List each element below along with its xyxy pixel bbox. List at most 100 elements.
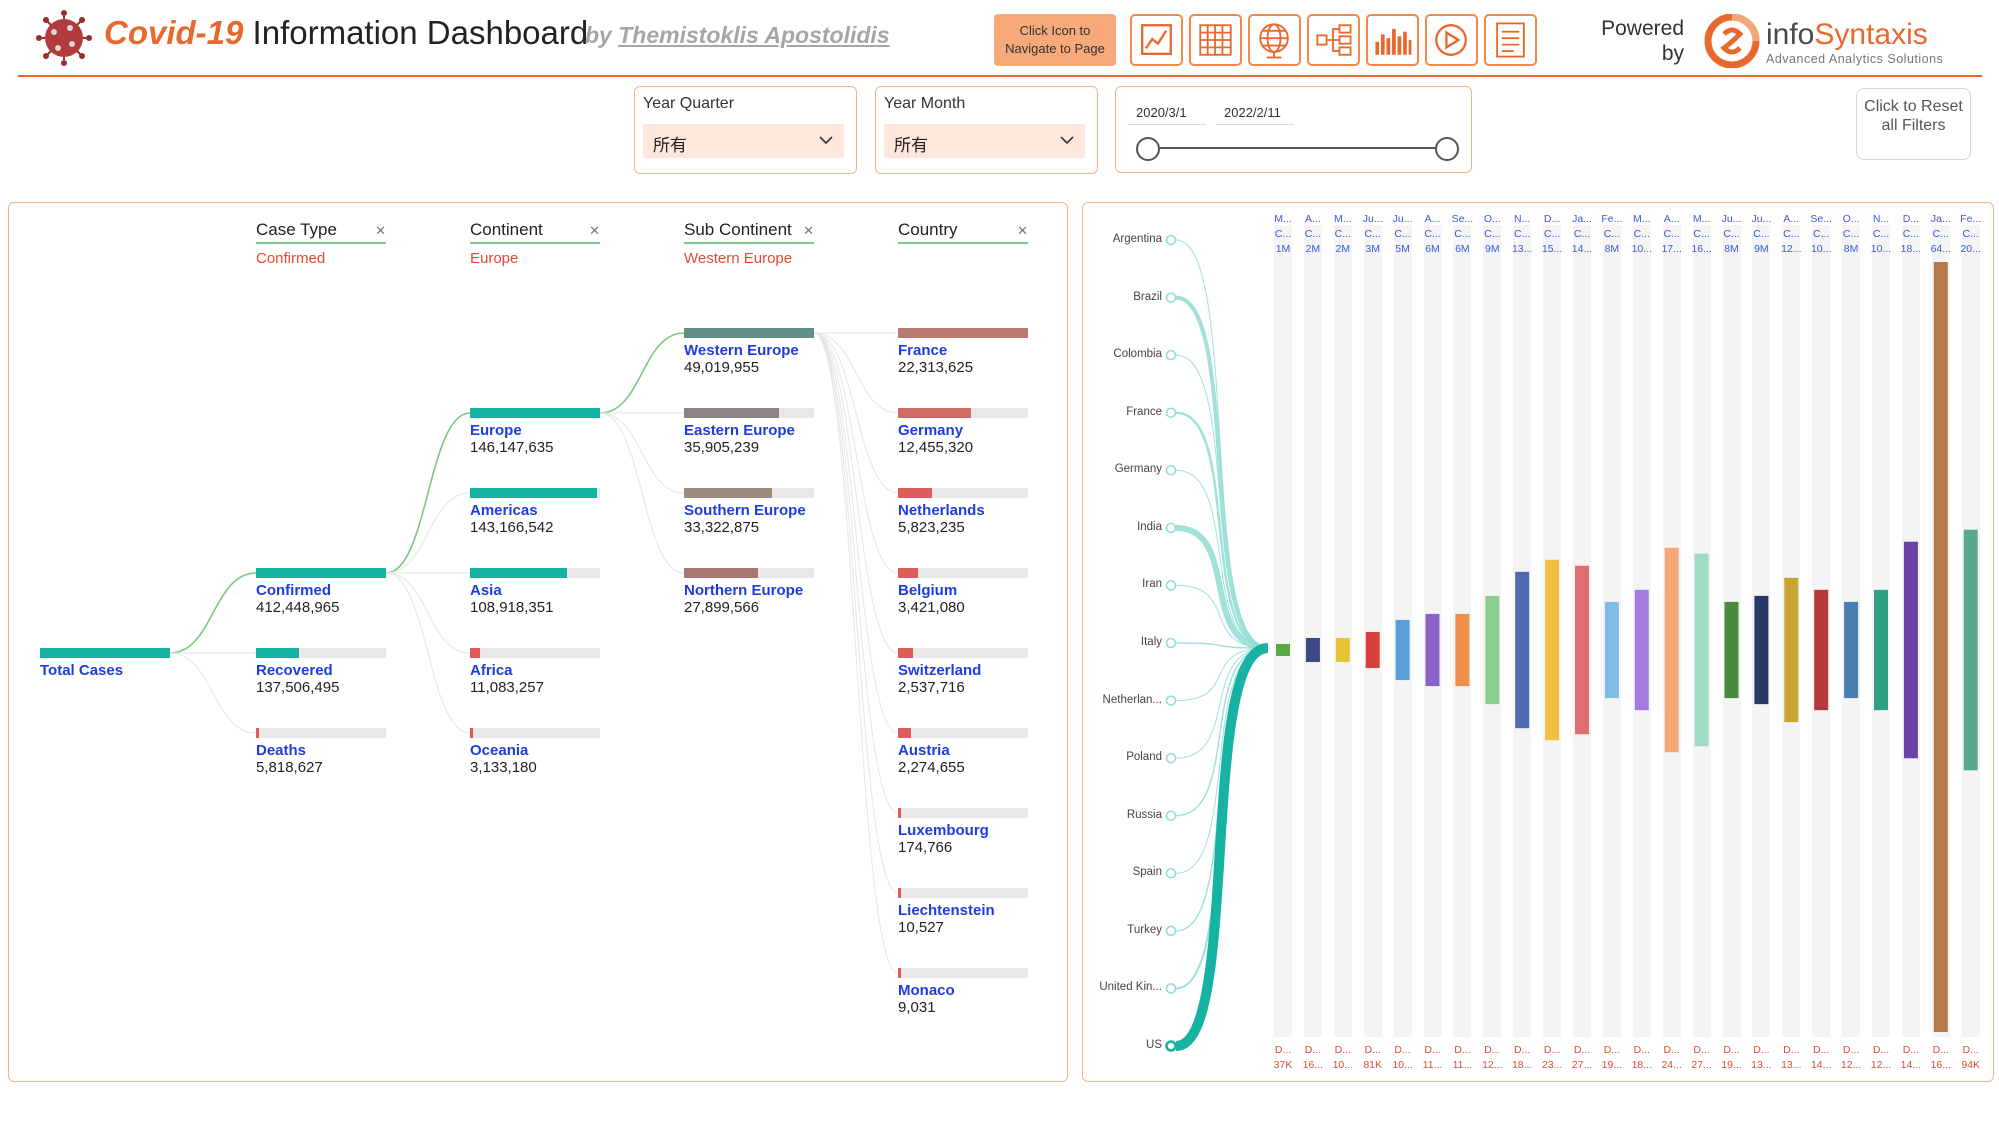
ribbon-top-label: Se... C... 10...: [1808, 212, 1834, 257]
ribbon-top-label-line: 17...: [1661, 243, 1682, 255]
tree-node[interactable]: Southern Europe 33,322,875: [684, 488, 814, 536]
report-icon: [1496, 22, 1525, 58]
tree-node[interactable]: Oceania 3,133,180: [470, 728, 600, 776]
map-nav-button[interactable]: [1248, 14, 1301, 66]
year-month-dropdown[interactable]: 所有: [884, 124, 1085, 158]
close-icon[interactable]: ✕: [589, 223, 600, 239]
node-bar: [470, 408, 600, 418]
ribbon-top-label-line: C...: [1334, 228, 1351, 240]
ribbon-column-strip: [1842, 225, 1861, 1037]
node-bar-track: [898, 888, 1028, 898]
tree-node[interactable]: Americas 143,166,542: [470, 488, 600, 536]
tree-node[interactable]: Deaths 5,818,627: [256, 728, 386, 776]
date-slider-end-handle[interactable]: [1435, 137, 1459, 161]
hierarchy-nav-button[interactable]: [1307, 14, 1360, 66]
tree-node[interactable]: Eastern Europe 35,905,239: [684, 408, 814, 456]
start-date-input[interactable]: 2020/3/1: [1128, 101, 1206, 125]
ribbon-top-label: N... C... 10...: [1868, 212, 1894, 257]
ribbon-column-strip: [1961, 225, 1980, 1037]
ribbon-column-strip: [1931, 225, 1950, 1037]
tree-node[interactable]: Austria 2,274,655: [898, 728, 1028, 776]
reset-filters-button[interactable]: Click to Reset all Filters: [1856, 88, 1971, 160]
ribbon-bottom-label-line: 11...: [1422, 1059, 1443, 1071]
ribbon-bottom-label-line: 18...: [1511, 1059, 1533, 1071]
ribbon-country-label: Russia: [1126, 808, 1162, 821]
ribbon-column-strip: [1393, 225, 1412, 1037]
tree-col-continent[interactable]: Continent ✕ Europe: [470, 220, 600, 267]
root-bar: [40, 648, 170, 658]
tree-root-node[interactable]: Total Cases: [40, 648, 170, 679]
ribbon-column-strip: [1333, 225, 1352, 1037]
tree-node[interactable]: Netherlands 5,823,235: [898, 488, 1028, 536]
ribbon-top-label-line: C...: [1932, 228, 1949, 240]
table-nav-button[interactable]: [1189, 14, 1242, 66]
tree-node[interactable]: Luxembourg 174,766: [898, 808, 1028, 856]
ribbon-top-label-line: Ju...: [1751, 213, 1772, 225]
ribbon-top-label: M... C... 10...: [1629, 212, 1655, 257]
ribbon-country-label: India: [1137, 520, 1162, 533]
ribbon-bottom-label: D... 14...: [1898, 1043, 1924, 1073]
tree-node[interactable]: Monaco 9,031: [898, 968, 1028, 1016]
node-bar-track: [898, 568, 1028, 578]
author-link[interactable]: Themistoklis Apostolidis: [618, 22, 889, 48]
node-label: Liechtenstein: [898, 902, 995, 919]
close-icon[interactable]: ✕: [803, 223, 814, 239]
ribbon-bottom-label: D... 18...: [1629, 1043, 1655, 1073]
node-bar-track: [470, 648, 600, 658]
node-bar-track: [898, 408, 1028, 418]
tree-node[interactable]: Western Europe 49,019,955: [684, 328, 814, 376]
ribbon-country-label: Brazil: [1133, 290, 1162, 303]
ribbon-column-strip: [1662, 225, 1681, 1037]
ribbon-top-label-line: C...: [1394, 228, 1411, 240]
line-chart-nav-button[interactable]: [1130, 14, 1183, 66]
brand-name: infoSyntaxis: [1766, 18, 1928, 52]
ribbon-top-label: A... C... 6M: [1420, 212, 1446, 257]
node-bar: [898, 568, 918, 578]
tree-node[interactable]: Liechtenstein 10,527: [898, 888, 1028, 936]
tree-col-case-type[interactable]: Case Type ✕ Confirmed: [256, 220, 386, 267]
ribbon-top-label-line: C...: [1364, 228, 1381, 240]
ribbon-top-label: Fe... C... 20...: [1958, 212, 1984, 257]
tree-node[interactable]: Europe 146,147,635: [470, 408, 600, 456]
ribbon-bottom-label-line: 81K: [1363, 1059, 1383, 1071]
close-icon[interactable]: ✕: [375, 223, 386, 239]
tree-col-sub-continent[interactable]: Sub Continent ✕ Western Europe: [684, 220, 814, 267]
title-covid: Covid-19: [104, 14, 244, 51]
node-bar-track: [898, 728, 1028, 738]
play-nav-button[interactable]: [1425, 14, 1478, 66]
tree-node[interactable]: Switzerland 2,537,716: [898, 648, 1028, 696]
tree-node[interactable]: Germany 12,455,320: [898, 408, 1028, 456]
node-bar: [684, 408, 780, 418]
table-grid-icon: [1199, 24, 1232, 56]
node-value: 22,313,625: [898, 359, 974, 376]
ribbon-bottom-label-line: D...: [1962, 1044, 1979, 1056]
date-slider-start-handle[interactable]: [1136, 137, 1160, 161]
end-date-input[interactable]: 2022/2/11: [1216, 101, 1294, 125]
tree-col-country[interactable]: Country ✕: [898, 220, 1028, 250]
close-icon[interactable]: ✕: [1017, 223, 1028, 239]
tree-node[interactable]: Africa 11,083,257: [470, 648, 600, 696]
node-bar-track: [684, 328, 814, 338]
ribbon-bottom-label-line: 10...: [1332, 1059, 1354, 1071]
bar-chart-nav-button[interactable]: [1366, 14, 1419, 66]
ribbon-bottom-label-line: D...: [1484, 1044, 1501, 1056]
tree-node[interactable]: France 22,313,625: [898, 328, 1028, 376]
year-quarter-dropdown[interactable]: 所有: [643, 124, 844, 158]
year-quarter-slicer: Year Quarter 所有: [634, 86, 857, 174]
ribbon-bottom-label-line: 10...: [1392, 1059, 1413, 1071]
ribbon-bottom-label-line: D...: [1693, 1044, 1710, 1056]
node-value: 174,766: [898, 839, 953, 856]
ribbon-column-strip: [1872, 225, 1890, 1037]
ribbon-top-label-line: M...: [1334, 213, 1352, 225]
tree-node[interactable]: Recovered 137,506,495: [256, 648, 386, 696]
ribbon-bottom-label: D... 16...: [1300, 1043, 1326, 1073]
node-bar: [256, 568, 386, 578]
tree-node[interactable]: Belgium 3,421,080: [898, 568, 1028, 616]
ribbon-bottom-label: D... 16...: [1928, 1043, 1954, 1073]
tree-node[interactable]: Northern Europe 27,899,566: [684, 568, 814, 616]
ribbon-top-label-line: M...: [1633, 213, 1651, 225]
tree-node[interactable]: Asia 108,918,351: [470, 568, 600, 616]
ribbon-top-label-line: 8M: [1604, 243, 1620, 255]
tree-node[interactable]: Confirmed 412,448,965: [256, 568, 386, 616]
report-nav-button[interactable]: [1484, 14, 1537, 66]
